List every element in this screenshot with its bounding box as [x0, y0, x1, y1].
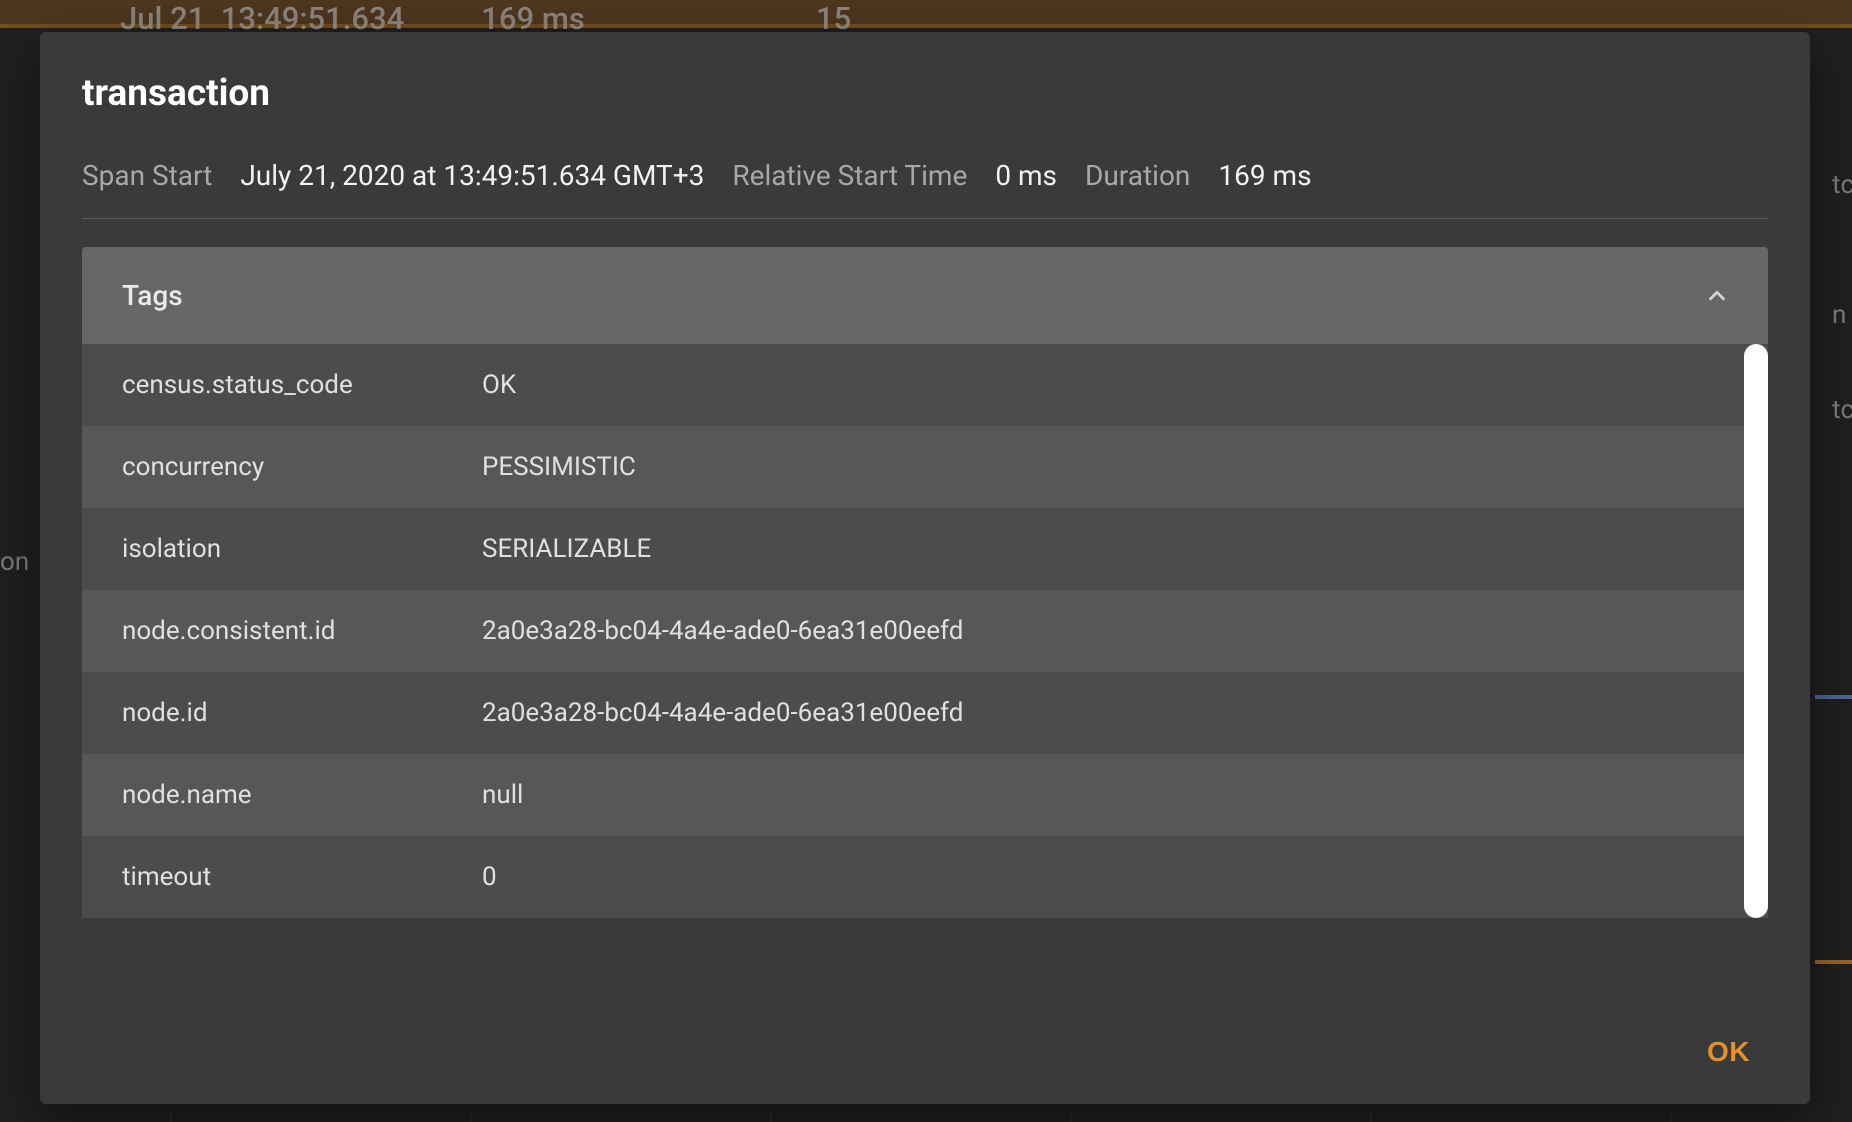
tag-value: 0 [482, 862, 1728, 892]
duration-value: 169 ms [1218, 159, 1311, 192]
tag-key: census.status_code [122, 370, 482, 400]
relative-start-value: 0 ms [995, 159, 1057, 192]
tags-body: census.status_codeOKconcurrencyPESSIMIST… [82, 344, 1768, 918]
tags-section-title: Tags [122, 279, 183, 312]
chevron-up-icon [1706, 285, 1728, 307]
tag-key: node.id [122, 698, 482, 728]
tag-row: node.consistent.id2a0e3a28-bc04-4a4e-ade… [82, 590, 1768, 672]
modal-footer: OK [82, 998, 1768, 1076]
tag-row: timeout0 [82, 836, 1768, 918]
ok-button[interactable]: OK [1689, 1028, 1768, 1076]
scrollbar[interactable] [1744, 344, 1768, 918]
tags-list: census.status_codeOKconcurrencyPESSIMIST… [82, 344, 1768, 918]
tag-key: timeout [122, 862, 482, 892]
span-detail-modal: transaction Span Start July 21, 2020 at … [40, 32, 1810, 1104]
tag-key: isolation [122, 534, 482, 564]
tag-key: concurrency [122, 452, 482, 482]
tag-row: census.status_codeOK [82, 344, 1768, 426]
tags-section: Tags census.status_codeOKconcurrencyPESS… [82, 247, 1768, 918]
tag-value: PESSIMISTIC [482, 452, 1728, 482]
tag-value: OK [482, 370, 1728, 400]
tag-row: node.id2a0e3a28-bc04-4a4e-ade0-6ea31e00e… [82, 672, 1768, 754]
tag-value: 2a0e3a28-bc04-4a4e-ade0-6ea31e00eefd [482, 616, 1728, 646]
relative-start-label: Relative Start Time [732, 159, 967, 192]
span-meta-row: Span Start July 21, 2020 at 13:49:51.634… [82, 159, 1768, 219]
tag-row: concurrencyPESSIMISTIC [82, 426, 1768, 508]
tag-value: SERIALIZABLE [482, 534, 1728, 564]
span-start-label: Span Start [82, 159, 212, 192]
duration-label: Duration [1085, 159, 1190, 192]
tag-value: 2a0e3a28-bc04-4a4e-ade0-6ea31e00eefd [482, 698, 1728, 728]
tag-key: node.consistent.id [122, 616, 482, 646]
tag-value: null [482, 780, 1728, 810]
tag-key: node.name [122, 780, 482, 810]
tag-row: node.namenull [82, 754, 1768, 836]
span-start-value: July 21, 2020 at 13:49:51.634 GMT+3 [240, 159, 704, 192]
modal-title: transaction [82, 72, 1768, 115]
tags-section-header[interactable]: Tags [82, 247, 1768, 344]
tag-row: isolationSERIALIZABLE [82, 508, 1768, 590]
